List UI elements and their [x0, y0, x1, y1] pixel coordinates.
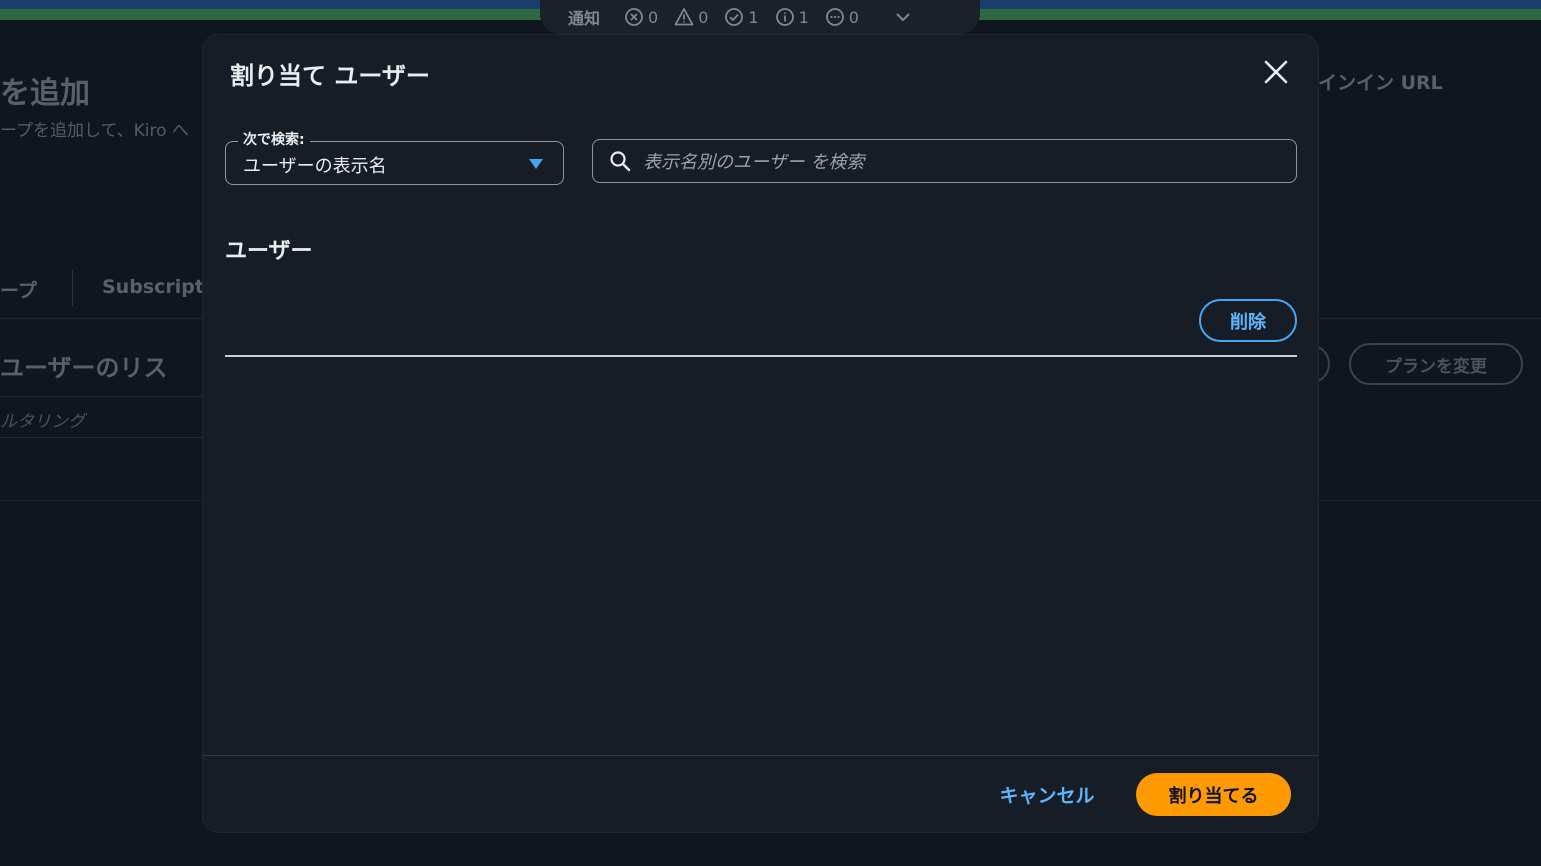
search-by-value: ユーザーの表示名 — [243, 156, 387, 177]
notification-warnings-count: 0 — [698, 7, 709, 27]
background-tab-groups: ープ — [0, 280, 37, 302]
search-by-label: 次で検索: — [238, 129, 310, 149]
users-table-divider — [225, 355, 1297, 357]
notification-errors[interactable]: 0 — [624, 7, 658, 27]
info-icon — [775, 8, 794, 26]
background-tab-divider — [72, 270, 73, 306]
modal-title: 割り当て ユーザー — [230, 62, 430, 90]
notification-expand-button[interactable] — [893, 7, 913, 27]
warning-icon — [674, 8, 694, 26]
pending-icon — [825, 8, 844, 26]
user-search-field[interactable] — [592, 139, 1297, 183]
chevron-down-icon — [896, 13, 910, 22]
error-icon — [625, 8, 643, 26]
notification-bar[interactable]: 通知 0 0 1 1 0 — [540, 0, 980, 34]
background-list-title: ユーザーのリス — [0, 354, 168, 382]
notification-errors-count: 0 — [648, 7, 659, 27]
remove-button[interactable]: 削除 — [1199, 299, 1297, 342]
search-icon — [610, 151, 631, 172]
close-icon — [1264, 60, 1288, 84]
notification-info[interactable]: 1 — [775, 7, 809, 27]
notification-warnings[interactable]: 0 — [674, 7, 708, 27]
notification-success-count: 1 — [748, 7, 759, 27]
users-section-title: ユーザー — [225, 239, 313, 264]
cancel-button[interactable]: キャンセル — [989, 772, 1105, 816]
notification-label: 通知 — [568, 9, 601, 28]
assign-users-modal: 割り当て ユーザー 次で検索: ユーザーの表示名 ユーザー 削除 キャンセル 割… — [203, 35, 1318, 832]
caret-down-icon — [529, 159, 543, 169]
assign-button[interactable]: 割り当てる — [1136, 773, 1291, 816]
background-filter-placeholder: ルタリング — [0, 412, 85, 432]
notification-info-count: 1 — [798, 7, 809, 27]
search-input[interactable] — [641, 144, 1285, 180]
modal-footer-divider — [203, 755, 1318, 756]
notification-success[interactable]: 1 — [724, 7, 759, 27]
success-icon — [725, 8, 744, 26]
background-filter-field: ルタリング — [0, 396, 205, 438]
background-description: ープを追加して、Kiro へ — [0, 121, 189, 141]
close-button[interactable] — [1261, 57, 1291, 87]
notification-pending[interactable]: 0 — [825, 7, 859, 27]
background-signin-url-label: インイン URL — [1318, 72, 1443, 94]
notification-pending-count: 0 — [848, 7, 859, 27]
background-title: を追加 — [0, 76, 90, 111]
page: を追加 ープを追加して、Kiro へ ープ Subscripti ユーザーのリス… — [0, 0, 1541, 866]
background-tab-subscriptions: Subscripti — [102, 276, 211, 298]
search-by-select[interactable]: 次で検索: ユーザーの表示名 — [225, 129, 564, 185]
background-change-plan-button: プランを変更 — [1349, 343, 1523, 385]
